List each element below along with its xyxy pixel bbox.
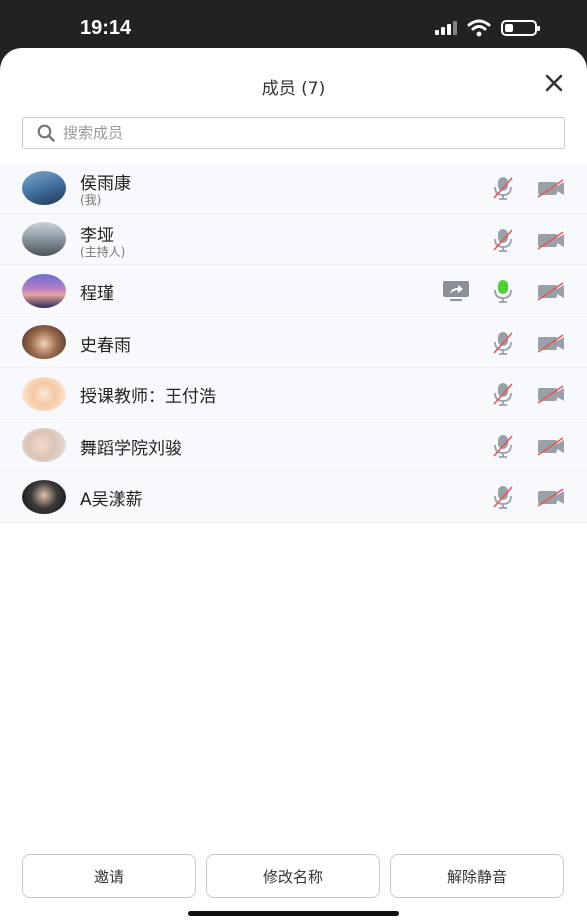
search-bar[interactable]: [22, 117, 565, 149]
member-row[interactable]: 李垭 (主持人): [0, 214, 587, 265]
microphone-muted-icon[interactable]: [491, 484, 515, 510]
camera-off-icon[interactable]: [536, 381, 566, 407]
member-row[interactable]: 史春雨: [0, 317, 587, 368]
member-name: 授课教师：王付浩: [80, 387, 216, 407]
member-name: A吴漾薪: [80, 490, 143, 510]
home-indicator: [188, 911, 399, 916]
microphone-muted-icon[interactable]: [491, 433, 515, 459]
member-name: 史春雨: [80, 335, 131, 356]
battery-icon: [501, 20, 540, 36]
camera-off-icon[interactable]: [536, 330, 566, 356]
microphone-muted-icon[interactable]: [491, 381, 515, 407]
camera-off-icon[interactable]: [536, 175, 566, 201]
camera-off-icon[interactable]: [536, 484, 566, 510]
microphone-muted-icon[interactable]: [491, 175, 515, 201]
avatar: [22, 222, 66, 256]
member-row[interactable]: 程瑾: [0, 265, 587, 317]
avatar: [22, 273, 66, 308]
search-input[interactable]: [63, 124, 543, 142]
member-row[interactable]: 侯雨康 (我): [0, 162, 587, 214]
member-name: 舞蹈学院刘骏: [80, 438, 182, 459]
avatar: [22, 428, 66, 462]
unmute-button[interactable]: 解除静音: [390, 854, 564, 898]
avatar: [22, 170, 66, 205]
sheet-header: 成员 (7): [0, 48, 587, 120]
status-icons: [435, 19, 540, 37]
camera-off-icon[interactable]: [536, 227, 566, 253]
wifi-icon: [467, 19, 491, 37]
cellular-signal-icon: [435, 21, 457, 35]
member-row[interactable]: A吴漾薪: [0, 471, 587, 523]
member-row[interactable]: 舞蹈学院刘骏: [0, 420, 587, 471]
avatar: [22, 325, 66, 359]
search-icon: [37, 124, 55, 142]
microphone-muted-icon[interactable]: [491, 330, 515, 356]
camera-off-icon[interactable]: [536, 278, 566, 304]
avatar: [22, 376, 66, 411]
microphone-muted-icon[interactable]: [491, 227, 515, 253]
member-role: (我): [80, 193, 102, 207]
status-bar: 19:14: [0, 0, 587, 50]
close-icon[interactable]: [543, 72, 565, 94]
rename-button[interactable]: 修改名称: [206, 854, 380, 898]
avatar: [22, 479, 66, 514]
invite-button[interactable]: 邀请: [22, 854, 196, 898]
microphone-active-icon[interactable]: [491, 278, 515, 304]
member-row[interactable]: 授课教师：王付浩: [0, 368, 587, 420]
member-list: 侯雨康 (我) 李垭 (主持人) 程瑾史春雨授课教师：王付浩 舞蹈学院刘骏 A吴漾薪: [0, 162, 587, 523]
camera-off-icon[interactable]: [536, 433, 566, 459]
screen-share-icon[interactable]: [441, 278, 471, 304]
members-sheet: 成员 (7) 侯雨康(我)李垭(主持人) 程瑾史春雨授课教师：王付浩舞蹈学院刘骏 A…: [0, 48, 587, 924]
footer-actions: 邀请 修改名称 解除静音: [0, 814, 587, 924]
status-time: 19:14: [80, 17, 132, 39]
member-name: 程瑾: [80, 284, 114, 304]
page-title: 成员 (7): [261, 79, 326, 99]
member-role: (主持人): [80, 244, 126, 259]
